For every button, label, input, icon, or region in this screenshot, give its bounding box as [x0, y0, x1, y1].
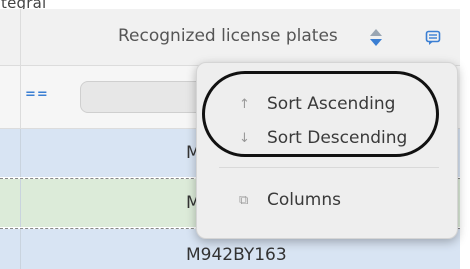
grid-header: Recognized license plates	[0, 9, 460, 66]
column-menu-icon[interactable]	[425, 30, 441, 46]
row-divider-line	[20, 129, 21, 177]
header-divider	[20, 9, 21, 65]
row-divider-line	[20, 179, 21, 227]
menu-separator	[219, 167, 439, 168]
plate-cell: M942BY163	[186, 245, 287, 265]
menu-item-columns[interactable]: ⧉ Columns	[197, 187, 457, 217]
annotation-highlight-oval	[202, 71, 439, 157]
filter-divider	[20, 66, 21, 128]
filter-operator-button[interactable]: ==	[25, 87, 49, 102]
menu-item-label: Columns	[267, 190, 341, 210]
external-link-icon: ⧉	[239, 193, 249, 208]
sort-up-down-icon[interactable]	[369, 26, 383, 48]
row-divider-line	[20, 229, 21, 269]
column-header-title[interactable]: Recognized license plates	[118, 26, 338, 46]
